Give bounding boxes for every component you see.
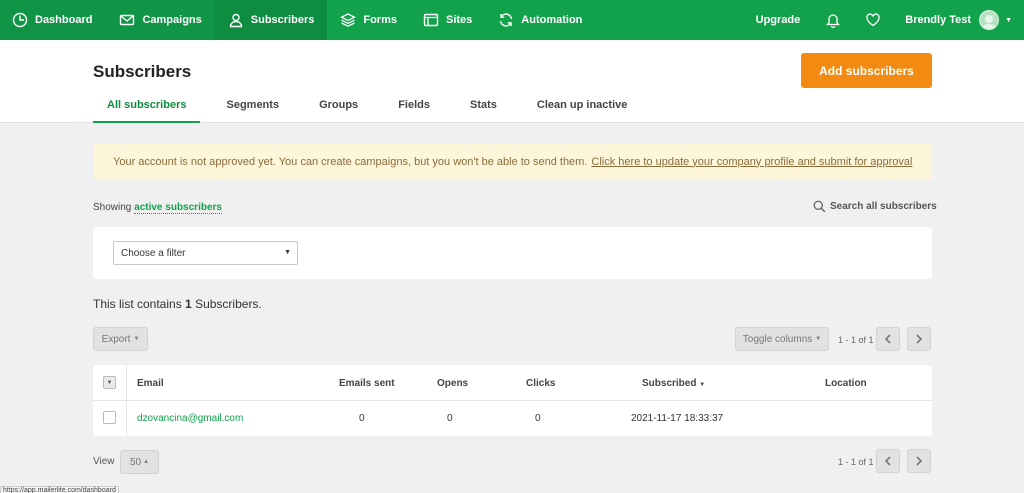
nav-automation[interactable]: Automation: [485, 0, 595, 40]
tab-fields[interactable]: Fields: [398, 92, 430, 123]
list-count: This list contains 1 Subscribers.: [93, 297, 262, 311]
refresh-icon: [500, 13, 513, 27]
nav-label: Subscribers: [250, 14, 315, 26]
browser-icon: [423, 13, 439, 27]
page-size-select[interactable]: 50 ▲: [120, 450, 159, 474]
nav-campaigns[interactable]: Campaigns: [106, 0, 215, 40]
page-size-value: 50: [129, 456, 142, 468]
bell-icon[interactable]: [825, 12, 841, 28]
subscribers-table: ▼ Email Emails sent Opens Clicks Subscri…: [93, 365, 932, 436]
column-header-subscribed-label: Subscribed: [642, 378, 697, 389]
view-label: View: [93, 456, 115, 467]
toggle-columns-button[interactable]: Toggle columns ▼: [735, 327, 829, 351]
upgrade-link[interactable]: Upgrade: [756, 14, 801, 26]
alert-text: Your account is not approved yet. You ca…: [113, 155, 588, 168]
avatar[interactable]: [979, 10, 1000, 30]
approval-alert: Your account is not approved yet. You ca…: [93, 144, 932, 179]
nav-right: Upgrade Brendly Test ▼: [756, 0, 1024, 40]
filter-card: Choose a filter ▼: [93, 227, 932, 279]
tab-segments[interactable]: Segments: [226, 92, 279, 123]
next-page-button-bottom[interactable]: [907, 449, 931, 473]
chevron-right-icon: [916, 456, 923, 466]
column-header-email[interactable]: Email: [137, 378, 164, 389]
nav-sites[interactable]: Sites: [410, 0, 485, 40]
next-page-button[interactable]: [907, 327, 931, 351]
column-header-subscribed[interactable]: Subscribed ▼: [642, 378, 705, 389]
showing-label: Showing active subscribers: [93, 202, 222, 214]
caret-down-icon: ▼: [133, 336, 140, 342]
nav-label: Campaigns: [142, 14, 202, 26]
cell-subscribed: 2021-11-17 18:33:37: [631, 413, 724, 424]
caret-down-icon: ▼: [284, 249, 291, 256]
subscriber-tabs: All subscribers Segments Groups Fields S…: [93, 92, 627, 123]
nav-dashboard[interactable]: Dashboard: [0, 0, 107, 40]
column-header-opens[interactable]: Opens: [437, 378, 468, 389]
row-divider: [93, 400, 932, 401]
subscriber-email-link[interactable]: dzovancina@gmail.com: [137, 413, 243, 424]
nav-forms[interactable]: Forms: [327, 0, 410, 40]
page-header: Subscribers Add subscribers All subscrib…: [0, 40, 1024, 123]
chevron-left-icon: [884, 334, 891, 344]
export-button[interactable]: Export ▼: [93, 327, 148, 351]
cell-emails-sent: 0: [359, 413, 365, 424]
nav-label: Forms: [363, 14, 397, 26]
column-header-clicks[interactable]: Clicks: [526, 378, 555, 389]
export-label: Export: [101, 333, 131, 345]
tab-clean-up-inactive[interactable]: Clean up inactive: [537, 92, 627, 123]
layers-icon: [340, 13, 357, 27]
chevron-down-icon[interactable]: ▼: [1005, 17, 1012, 24]
search-all-subscribers[interactable]: Search all subscribers: [813, 200, 937, 213]
toggle-columns-label: Toggle columns: [742, 333, 813, 345]
filter-select[interactable]: Choose a filter ▼: [113, 241, 298, 265]
pager-info-bottom: 1 - 1 of 1: [838, 457, 874, 467]
top-nav: Dashboard Campaigns Subscribers Forms Si…: [0, 0, 1024, 40]
row-checkbox[interactable]: [103, 411, 116, 424]
nav-label: Dashboard: [35, 14, 93, 26]
tab-stats[interactable]: Stats: [470, 92, 497, 123]
status-bar-url: https://app.mailerlite.com/dashboard: [0, 486, 119, 493]
select-all-checkbox[interactable]: ▼: [103, 376, 116, 389]
tab-groups[interactable]: Groups: [319, 92, 358, 123]
sort-desc-icon: ▼: [699, 382, 706, 388]
user-name[interactable]: Brendly Test: [905, 14, 971, 26]
caret-up-icon: ▲: [143, 459, 150, 465]
filter-select-value: Choose a filter: [121, 247, 186, 259]
prev-page-button[interactable]: [876, 327, 900, 351]
column-header-emails-sent[interactable]: Emails sent: [339, 378, 395, 389]
active-subscribers-link[interactable]: active subscribers: [134, 202, 222, 214]
user-icon: [229, 13, 242, 28]
search-label: Search all subscribers: [830, 201, 937, 212]
list-count-prefix: This list contains: [93, 297, 182, 311]
chevron-right-icon: [916, 334, 923, 344]
nav-label: Automation: [521, 14, 583, 26]
page-title: Subscribers: [93, 62, 192, 81]
add-subscribers-button[interactable]: Add subscribers: [801, 53, 932, 88]
column-header-location[interactable]: Location: [825, 378, 867, 389]
caret-down-icon: ▼: [815, 336, 822, 342]
list-count-suffix: Subscribers.: [195, 297, 262, 311]
search-icon: [813, 200, 826, 213]
tab-all-subscribers[interactable]: All subscribers: [93, 92, 201, 123]
dashboard-icon: [12, 12, 28, 28]
heart-icon[interactable]: [865, 12, 881, 28]
chevron-left-icon: [884, 456, 891, 466]
alert-link[interactable]: Click here to update your company profil…: [591, 156, 912, 168]
showing-prefix: Showing: [93, 202, 132, 213]
prev-page-button-bottom[interactable]: [876, 449, 900, 473]
nav-subscribers[interactable]: Subscribers: [214, 0, 328, 40]
list-count-number: 1: [185, 297, 192, 311]
pager-info: 1 - 1 of 1: [838, 335, 874, 345]
envelope-icon: [120, 14, 135, 26]
cell-opens: 0: [447, 413, 453, 424]
nav-label: Sites: [445, 14, 473, 26]
cell-clicks: 0: [535, 413, 541, 424]
